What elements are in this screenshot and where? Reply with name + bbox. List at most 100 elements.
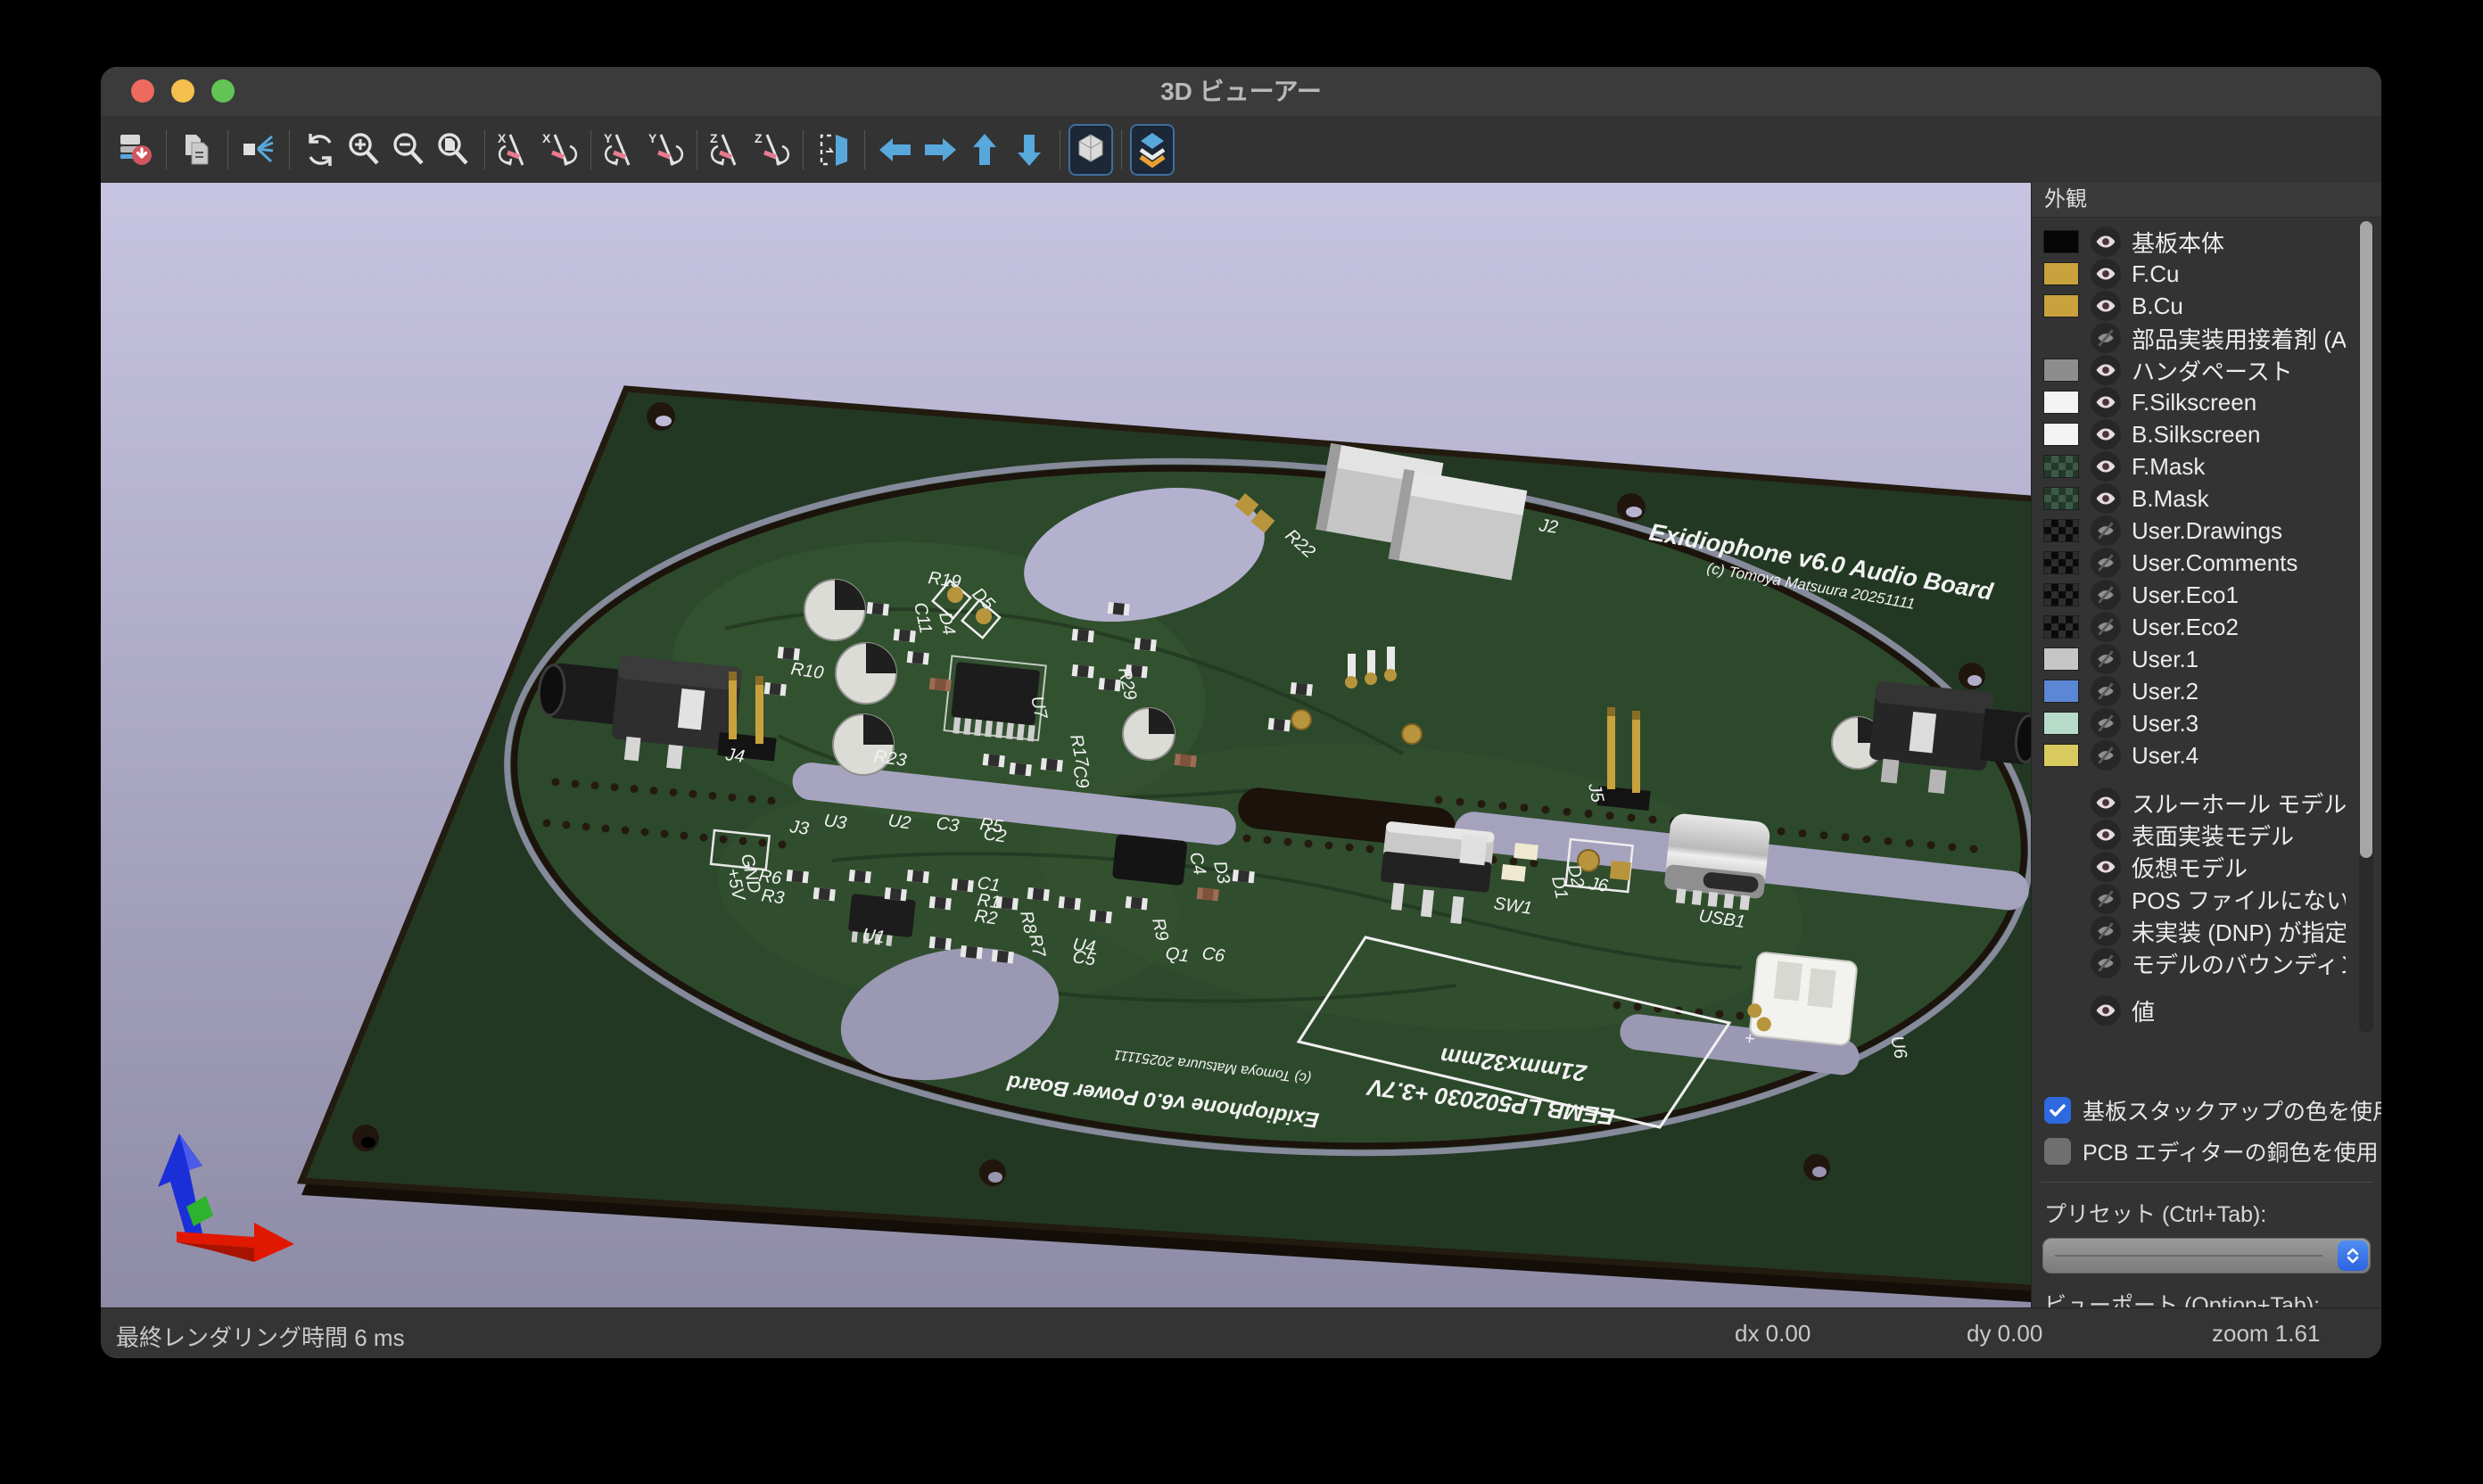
zoom-out-button[interactable] bbox=[387, 124, 432, 176]
scrollbar-thumb[interactable] bbox=[2360, 221, 2372, 858]
layer-row: POS ファイルにないモ bbox=[2032, 883, 2346, 915]
layer-row: User.Eco2 bbox=[2032, 611, 2346, 643]
preset-select[interactable] bbox=[2042, 1238, 2371, 1274]
layer-color-swatch[interactable] bbox=[2043, 391, 2079, 414]
redraw-button[interactable] bbox=[298, 124, 342, 176]
rotate-x-clockwise-button[interactable]: X bbox=[493, 124, 538, 176]
rotate-x-counterclockwise-button[interactable]: X bbox=[538, 124, 582, 176]
visibility-eye-off-icon[interactable] bbox=[2091, 884, 2121, 914]
checkbox-unchecked[interactable] bbox=[2044, 1138, 2071, 1165]
visibility-eye-off-icon[interactable] bbox=[2091, 612, 2121, 642]
layer-color-swatch[interactable] bbox=[2043, 359, 2079, 382]
preset-select-chevrons-icon[interactable] bbox=[2338, 1241, 2368, 1271]
layer-color-swatch[interactable] bbox=[2043, 551, 2079, 574]
visibility-eye-off-icon[interactable] bbox=[2091, 580, 2121, 610]
layer-row: F.Mask bbox=[2032, 450, 2346, 482]
layer-label: B.Cu bbox=[2132, 293, 2183, 320]
layer-color-swatch[interactable] bbox=[2043, 744, 2079, 767]
pan-left-button[interactable] bbox=[873, 124, 918, 176]
visibility-eye-icon[interactable] bbox=[2091, 227, 2121, 257]
micro-usb-usb1 bbox=[1662, 812, 1771, 911]
visibility-eye-icon[interactable] bbox=[2091, 355, 2121, 385]
sidebar-scrollbar[interactable] bbox=[2359, 221, 2373, 1033]
layer-color-swatch[interactable] bbox=[2043, 455, 2079, 478]
visibility-eye-icon[interactable] bbox=[2091, 852, 2121, 882]
visibility-eye-off-icon[interactable] bbox=[2091, 515, 2121, 546]
layer-row: スルーホール モデル bbox=[2032, 787, 2346, 819]
layer-row: User.3 bbox=[2032, 707, 2346, 739]
layer-label: 基板本体 bbox=[2132, 226, 2224, 259]
layer-color-swatch[interactable] bbox=[2043, 647, 2079, 671]
layer-row: 値 bbox=[2032, 994, 2346, 1026]
svg-text:Z: Z bbox=[710, 131, 718, 145]
layer-row: User.2 bbox=[2032, 675, 2346, 707]
component-reference-label: C6 bbox=[1200, 944, 1226, 966]
zoom-in-button[interactable] bbox=[342, 124, 387, 176]
layer-row: 表面実装モデル bbox=[2032, 819, 2346, 851]
visibility-eye-icon[interactable] bbox=[2091, 259, 2121, 289]
layer-color-swatch[interactable] bbox=[2043, 294, 2079, 317]
appearance-manager-button[interactable] bbox=[1130, 124, 1175, 176]
render-options-button[interactable] bbox=[236, 124, 281, 176]
render-time-status: 最終レンダリング時間 6 ms bbox=[116, 1320, 405, 1353]
orthographic-projection-button[interactable] bbox=[1068, 124, 1113, 176]
layer-label: User.Comments bbox=[2132, 549, 2297, 577]
zoom-to-fit-button[interactable] bbox=[432, 124, 476, 176]
visibility-eye-off-icon[interactable] bbox=[2091, 676, 2121, 706]
layer-label: B.Silkscreen bbox=[2132, 421, 2261, 449]
rotate-z-clockwise-button[interactable]: Z bbox=[705, 124, 750, 176]
visibility-eye-off-icon[interactable] bbox=[2091, 708, 2121, 738]
rotate-y-counterclockwise-button[interactable]: Y bbox=[644, 124, 689, 176]
layer-row: User.1 bbox=[2032, 643, 2346, 675]
layer-color-swatch[interactable] bbox=[2043, 423, 2079, 446]
layer-color-swatch[interactable] bbox=[2043, 230, 2079, 253]
layer-row: 基板本体 bbox=[2032, 226, 2346, 258]
layer-row: モデルのバウンディング bbox=[2032, 947, 2346, 979]
svg-text:X: X bbox=[498, 131, 507, 145]
layer-color-swatch[interactable] bbox=[2043, 487, 2079, 510]
pan-down-button[interactable] bbox=[1007, 124, 1052, 176]
layer-label: ハンダペースト bbox=[2132, 354, 2293, 387]
visibility-eye-icon[interactable] bbox=[2091, 451, 2121, 482]
zoom-readout: zoom 1.61 bbox=[2212, 1320, 2320, 1348]
visibility-eye-icon[interactable] bbox=[2091, 291, 2121, 321]
layer-color-swatch[interactable] bbox=[2043, 680, 2079, 703]
visibility-eye-icon[interactable] bbox=[2091, 820, 2121, 850]
rotate-y-clockwise-button[interactable]: Y bbox=[599, 124, 644, 176]
inductor bbox=[1112, 834, 1188, 886]
visibility-eye-off-icon[interactable] bbox=[2091, 740, 2121, 771]
3d-viewport[interactable]: Exidiophone v6.0 Audio Board (c) Tomoya … bbox=[101, 183, 2032, 1308]
component-reference-label: R3 bbox=[760, 886, 785, 908]
component-reference-label: J6 bbox=[1587, 874, 1610, 896]
screen: 3D ビューアー X X Y Y Z Z bbox=[0, 0, 2483, 1484]
visibility-eye-off-icon[interactable] bbox=[2091, 916, 2121, 946]
svg-text:Y: Y bbox=[648, 131, 657, 145]
pan-up-button[interactable] bbox=[962, 124, 1007, 176]
status-bar: 最終レンダリング時間 6 ms dx 0.00 dy 0.00 zoom 1.6… bbox=[101, 1307, 2381, 1358]
layer-row: User.Comments bbox=[2032, 547, 2346, 579]
3d-viewer-window: 3D ビューアー X X Y Y Z Z bbox=[101, 67, 2381, 1358]
visibility-eye-off-icon[interactable] bbox=[2091, 548, 2121, 578]
visibility-eye-icon[interactable] bbox=[2091, 483, 2121, 514]
reload-board-button[interactable] bbox=[113, 124, 158, 176]
visibility-eye-icon[interactable] bbox=[2091, 995, 2121, 1026]
export-current-view-button[interactable] bbox=[175, 124, 219, 176]
layer-color-swatch[interactable] bbox=[2043, 712, 2079, 735]
layer-color-swatch[interactable] bbox=[2043, 262, 2079, 285]
visibility-eye-icon[interactable] bbox=[2091, 787, 2121, 818]
pan-right-button[interactable] bbox=[918, 124, 962, 176]
visibility-eye-icon[interactable] bbox=[2091, 419, 2121, 449]
visibility-eye-off-icon[interactable] bbox=[2091, 644, 2121, 674]
rotate-z-counterclockwise-button[interactable]: Z bbox=[750, 124, 795, 176]
flip-board-button[interactable] bbox=[812, 124, 856, 176]
layer-color-swatch[interactable] bbox=[2043, 583, 2079, 606]
layer-color-swatch[interactable] bbox=[2043, 519, 2079, 542]
layer-label: F.Mask bbox=[2132, 453, 2205, 481]
visibility-eye-off-icon[interactable] bbox=[2091, 323, 2121, 353]
visibility-eye-icon[interactable] bbox=[2091, 387, 2121, 417]
checkbox-checked[interactable] bbox=[2044, 1097, 2071, 1124]
layer-row: F.Cu bbox=[2032, 258, 2346, 290]
divider bbox=[2041, 1182, 2372, 1183]
visibility-eye-off-icon[interactable] bbox=[2091, 948, 2121, 978]
layer-color-swatch[interactable] bbox=[2043, 615, 2079, 639]
